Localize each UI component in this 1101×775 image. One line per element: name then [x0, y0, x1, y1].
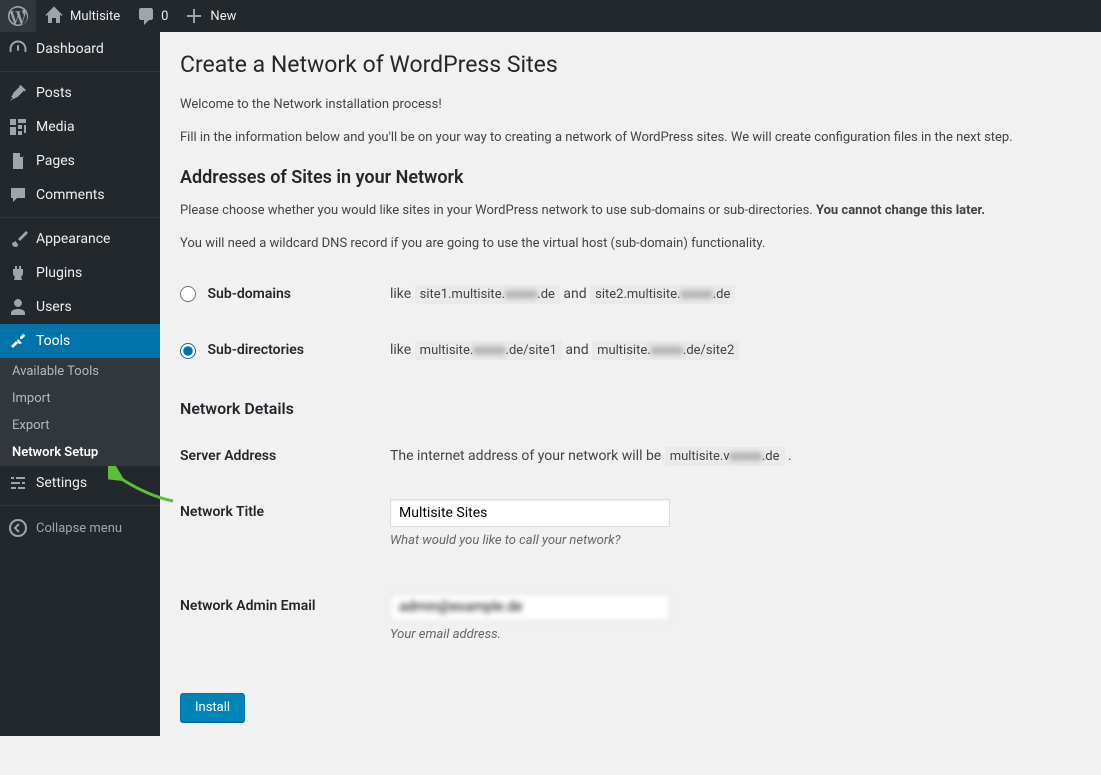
- home-icon: [44, 6, 64, 26]
- sub-item-available-tools[interactable]: Available Tools: [0, 358, 160, 385]
- site-name-link[interactable]: Multisite: [36, 0, 128, 32]
- collapse-menu[interactable]: Collapse menu: [0, 510, 160, 546]
- addresses-heading: Addresses of Sites in your Network: [180, 167, 1081, 188]
- server-address-value: The internet address of your network wil…: [380, 428, 1081, 484]
- admin-email-desc: Your email address.: [390, 625, 1071, 645]
- collapse-label: Collapse menu: [36, 521, 122, 536]
- sub-item-import[interactable]: Import: [0, 385, 160, 412]
- sub-item-export[interactable]: Export: [0, 412, 160, 439]
- sub-item-network-setup[interactable]: Network Setup: [0, 439, 160, 466]
- menu-label: Settings: [36, 475, 87, 491]
- collapse-icon: [8, 518, 28, 538]
- menu-label: Dashboard: [36, 41, 104, 57]
- address-options-table: Sub-domains like site1.multisite.xxxxx.d…: [180, 266, 1081, 379]
- network-title-input[interactable]: [390, 499, 670, 527]
- sidebar-item-pages[interactable]: Pages: [0, 144, 160, 178]
- menu-label: Media: [36, 119, 75, 135]
- menu-label: Tools: [36, 333, 70, 349]
- page-icon: [8, 151, 28, 171]
- wildcard-note: You will need a wildcard DNS record if y…: [180, 234, 1081, 254]
- sidebar-item-plugins[interactable]: Plugins: [0, 256, 160, 290]
- menu-label: Users: [36, 299, 72, 315]
- admin-email-label: Network Admin Email: [180, 578, 380, 673]
- sidebar-item-comments[interactable]: Comments: [0, 178, 160, 212]
- network-details-heading: Network Details: [180, 399, 1081, 418]
- tools-submenu: Available Tools Import Export Network Se…: [0, 358, 160, 466]
- dashboard-icon: [8, 39, 28, 59]
- sidebar-item-users[interactable]: Users: [0, 290, 160, 324]
- sidebar-item-appearance[interactable]: Appearance: [0, 222, 160, 256]
- sidebar-item-posts[interactable]: Posts: [0, 76, 160, 110]
- page-title: Create a Network of WordPress Sites: [180, 42, 1081, 82]
- plus-icon: [184, 6, 204, 26]
- new-content-link[interactable]: New: [176, 0, 244, 32]
- sidebar-item-media[interactable]: Media: [0, 110, 160, 144]
- subdomains-example: like site1.multisite.xxxxx.de and site2.…: [380, 266, 1081, 322]
- addresses-desc: Please choose whether you would like sit…: [180, 201, 1081, 221]
- sidebar-item-tools[interactable]: Tools: [0, 324, 160, 358]
- menu-label: Appearance: [36, 231, 110, 247]
- media-icon: [8, 117, 28, 137]
- wordpress-icon: [8, 6, 28, 26]
- admin-email-input[interactable]: [390, 593, 670, 621]
- subdirs-radio[interactable]: [180, 343, 196, 359]
- page-content: Create a Network of WordPress Sites Welc…: [160, 32, 1101, 775]
- pin-icon: [8, 83, 28, 103]
- subdomains-option[interactable]: Sub-domains: [180, 286, 291, 302]
- sliders-icon: [8, 473, 28, 493]
- plug-icon: [8, 263, 28, 283]
- comment-icon: [8, 185, 28, 205]
- admin-sidebar: Dashboard Posts Media Pages Comments App…: [0, 32, 160, 736]
- brush-icon: [8, 229, 28, 249]
- intro-text: Fill in the information below and you'll…: [180, 128, 1081, 148]
- menu-label: Posts: [36, 85, 72, 101]
- sidebar-item-dashboard[interactable]: Dashboard: [0, 32, 160, 66]
- welcome-text: Welcome to the Network installation proc…: [180, 95, 1081, 115]
- menu-label: Plugins: [36, 265, 82, 281]
- wrench-icon: [8, 331, 28, 351]
- new-label: New: [210, 9, 236, 24]
- server-address-label: Server Address: [180, 428, 380, 484]
- subdirs-option[interactable]: Sub-directories: [180, 342, 304, 358]
- menu-label: Comments: [36, 187, 105, 203]
- admin-toolbar: Multisite 0 New: [0, 0, 1101, 32]
- wp-logo-menu[interactable]: [0, 0, 36, 32]
- network-title-desc: What would you like to call your network…: [390, 531, 1071, 551]
- subdirs-example: like multisite.xxxxx.de/site1 and multis…: [380, 322, 1081, 378]
- network-details-table: Server Address The internet address of y…: [180, 428, 1081, 673]
- comment-count: 0: [161, 9, 168, 24]
- install-button[interactable]: Install: [180, 693, 245, 722]
- comment-icon: [136, 6, 156, 26]
- comments-link[interactable]: 0: [128, 0, 176, 32]
- network-title-label: Network Title: [180, 484, 380, 579]
- sidebar-item-settings[interactable]: Settings: [0, 466, 160, 500]
- site-name-text: Multisite: [70, 9, 120, 24]
- subdomains-radio[interactable]: [180, 286, 196, 302]
- user-icon: [8, 297, 28, 317]
- menu-label: Pages: [36, 153, 75, 169]
